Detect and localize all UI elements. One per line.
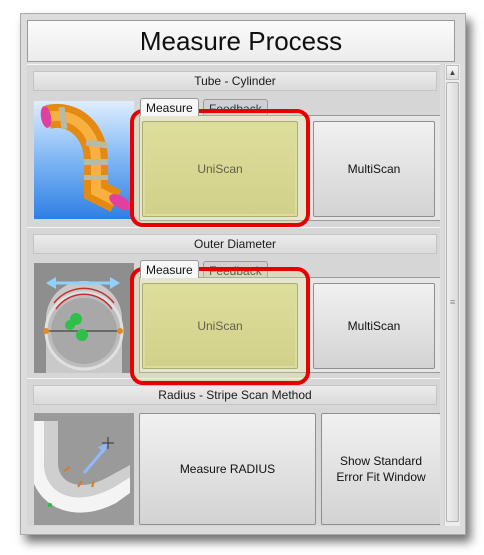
scroll-content: Tube - Cylinder Measure Feedback UniScan…: [27, 64, 440, 526]
measure-radius-button[interactable]: Measure RADIUS: [139, 413, 316, 525]
section-tube-cylinder: Tube - Cylinder Measure Feedback UniScan…: [27, 64, 440, 229]
section-header: Tube - Cylinder: [33, 71, 437, 91]
show-standard-error-fit-window-button[interactable]: Show Standard Error Fit Window: [321, 413, 440, 525]
tube-cylinder-thumbnail: [34, 101, 134, 219]
window-title: Measure Process: [27, 20, 455, 62]
uniscan-button[interactable]: UniScan: [142, 121, 298, 217]
section-radius-stripe-scan: Radius - Stripe Scan Method Measure RADI…: [27, 378, 440, 526]
tab-measure[interactable]: Measure: [140, 260, 199, 278]
uniscan-button[interactable]: UniScan: [142, 283, 298, 369]
tube-image: [34, 101, 134, 219]
scrollbar-thumb[interactable]: ≡: [446, 82, 459, 522]
section-header: Outer Diameter: [33, 234, 437, 254]
tab-measure[interactable]: Measure: [140, 98, 199, 116]
grip-icon: ≡: [449, 297, 456, 307]
vertical-scrollbar[interactable]: ▲ ≡: [444, 64, 460, 526]
measure-process-window: Measure Process Tube - Cylinder Measure …: [20, 13, 466, 535]
radius-image: [34, 413, 134, 525]
radius-thumbnail: [34, 413, 134, 525]
multiscan-button[interactable]: MultiScan: [313, 283, 435, 369]
diameter-image: [34, 263, 134, 373]
section-outer-diameter: Outer Diameter Measure Feedback UniScan …: [27, 227, 440, 380]
multiscan-button[interactable]: MultiScan: [313, 121, 435, 217]
section-header: Radius - Stripe Scan Method: [33, 385, 437, 405]
outer-diameter-thumbnail: [34, 263, 134, 373]
scroll-up-icon[interactable]: ▲: [446, 65, 459, 80]
